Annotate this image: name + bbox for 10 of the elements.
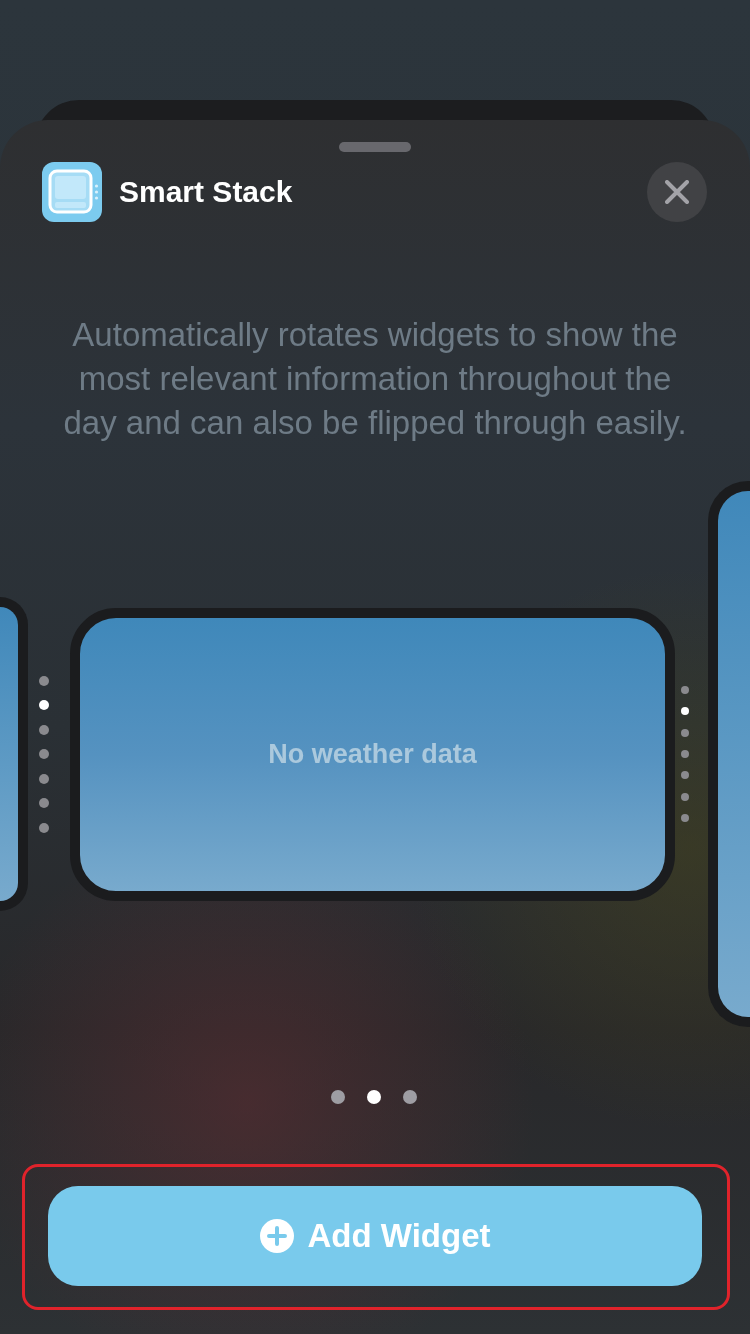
close-icon <box>665 180 689 204</box>
app-icon <box>42 162 102 222</box>
grabber-handle[interactable] <box>339 142 411 152</box>
plus-circle-icon <box>259 1219 294 1253</box>
app-title: Smart Stack <box>119 177 293 207</box>
widget-card[interactable]: No weather data <box>70 607 675 901</box>
description-text: Automatically rotates widgets to show the most relevant information throughout the day and can also be flipped through easily. <box>62 315 688 443</box>
widget-message: No weather data <box>268 737 477 771</box>
widget-card[interactable] <box>0 597 28 911</box>
add-widget-button[interactable]: Add Widget <box>48 1186 702 1286</box>
